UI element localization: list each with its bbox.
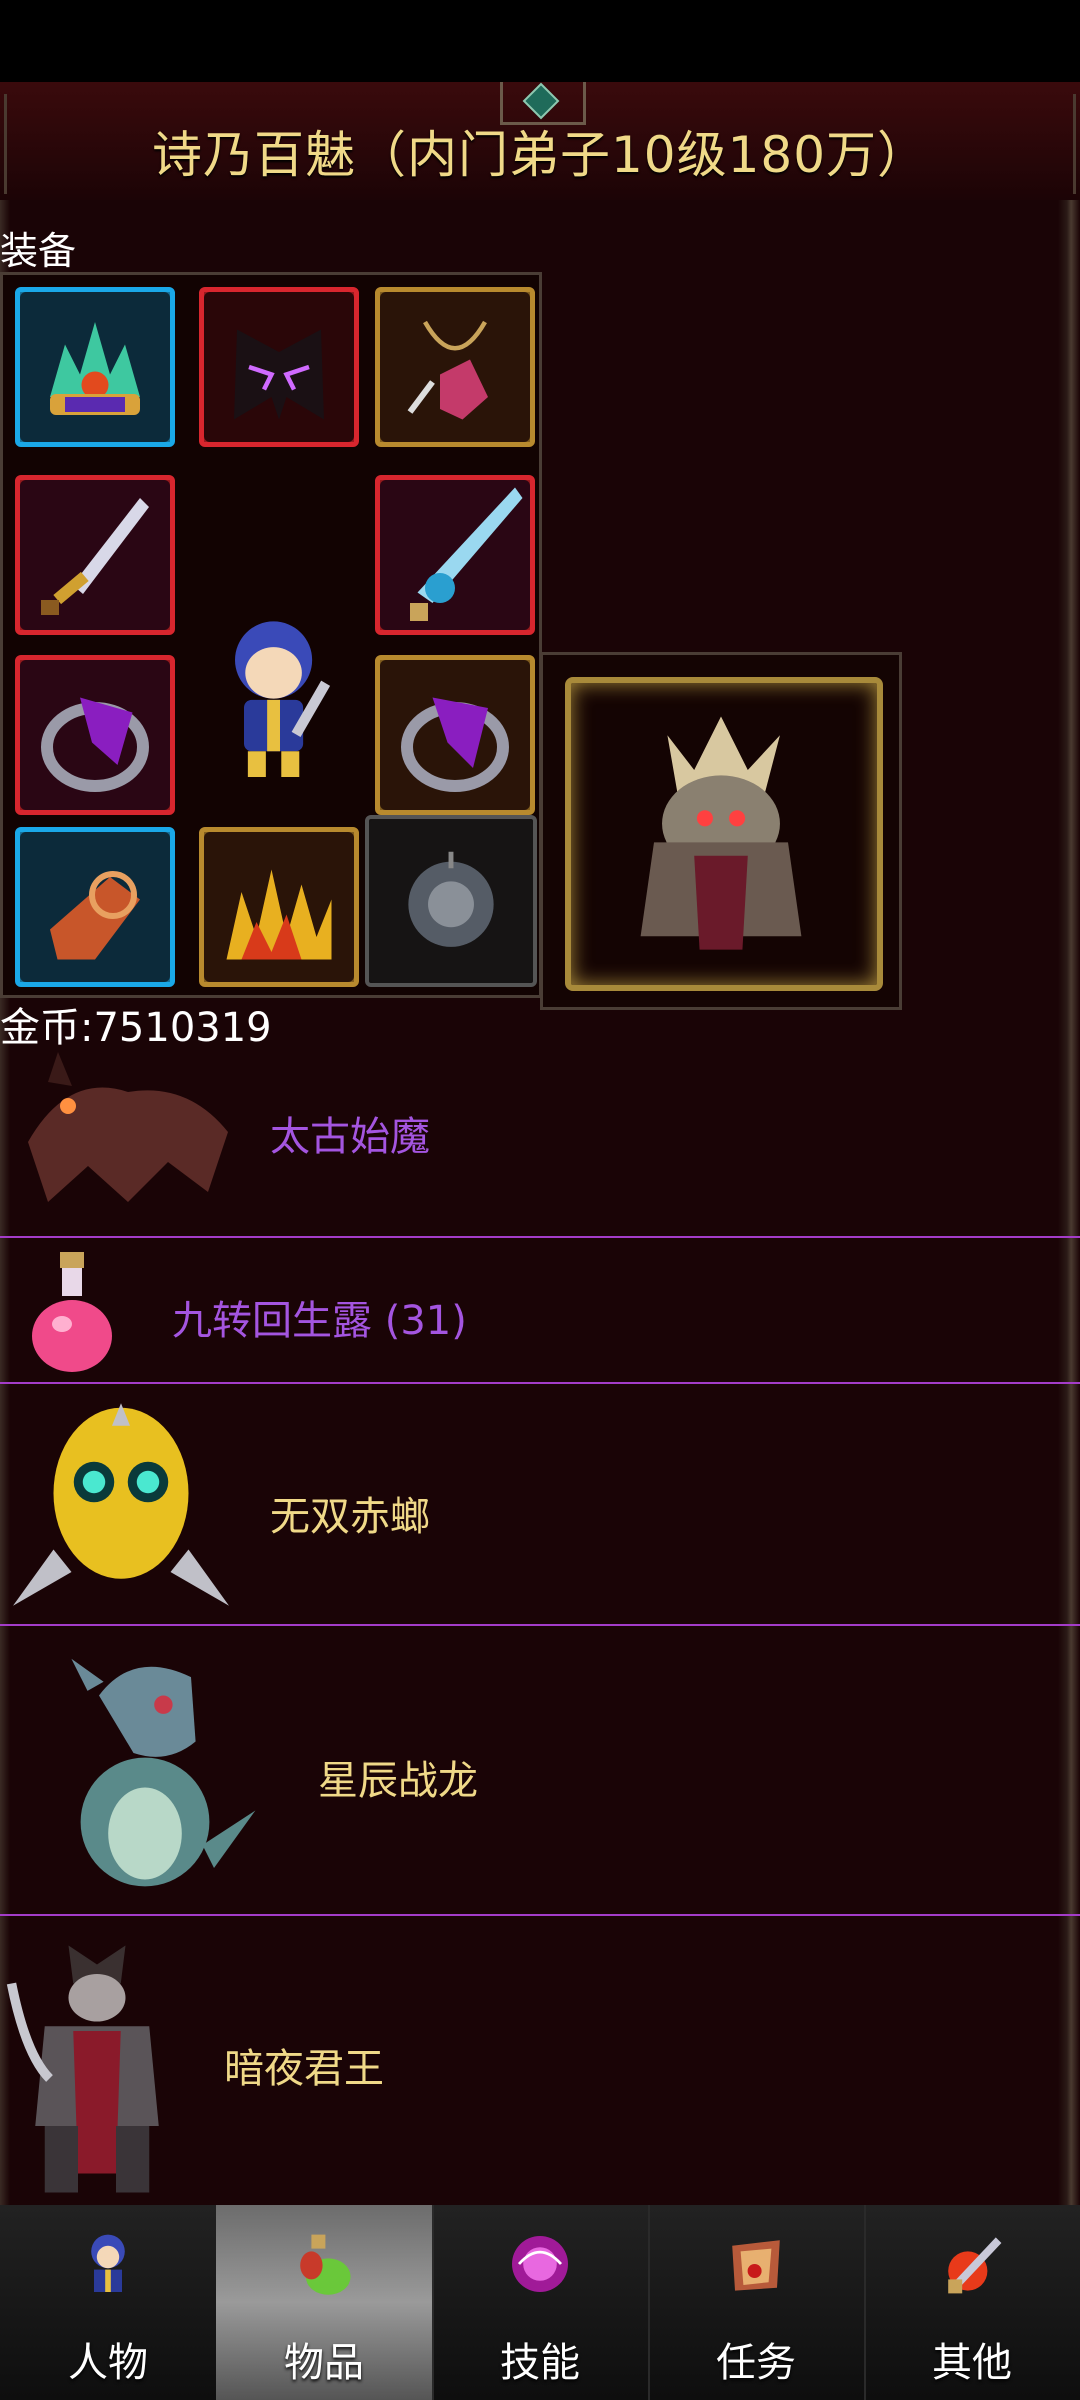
list-item[interactable]: 太古始魔 — [0, 1042, 1080, 1237]
sword-icon — [20, 480, 170, 630]
item-name: 太古始魔 — [270, 1114, 430, 1160]
tab-label: 其他 — [932, 2340, 1012, 2386]
equip-slot-charm[interactable] — [365, 815, 537, 987]
character-icon — [91, 2234, 125, 2292]
tab-character[interactable]: 人物 — [0, 2205, 218, 2400]
list-item[interactable]: 暗夜君王 — [0, 1916, 1080, 2205]
golden-mantis-icon — [13, 1403, 229, 1606]
potion-flask-icon — [32, 1252, 112, 1372]
tab-label: 技能 — [500, 2340, 580, 2386]
equip-slot-ring-left[interactable] — [15, 655, 175, 815]
other-icon — [948, 2237, 1002, 2294]
bottom-tab-bar: 人物 物品 技能 任务 其他 — [0, 2205, 1080, 2400]
necklace-icon — [380, 292, 530, 442]
item-name: 暗夜君王 — [224, 2046, 384, 2092]
dark-knight-icon — [6, 1945, 159, 2193]
inventory-panel[interactable]: 装备 金币:7510319 太古始魔 九转回生露 (31) 无双赤螂 星辰战龙 … — [0, 200, 1080, 2205]
dark-armor-icon — [204, 292, 354, 442]
pet-portrait-frame[interactable] — [540, 652, 902, 1010]
item-name: 星辰战龙 — [318, 1758, 478, 1804]
equip-slot-belt[interactable] — [199, 827, 359, 987]
blue-dragon-icon — [71, 1658, 256, 1887]
tab-label: 人物 — [68, 2340, 148, 2386]
equip-slot-armor[interactable] — [199, 287, 359, 447]
purple-ring-icon — [380, 660, 530, 810]
status-bar — [0, 0, 1080, 82]
demon-beast-icon — [28, 1052, 228, 1202]
tab-label: 任务 — [716, 2340, 796, 2386]
boots-icon — [20, 832, 170, 982]
item-name: 九转回生露 (31) — [172, 1298, 467, 1344]
page-title: 诗乃百魅（内门弟子10级180万） — [151, 126, 929, 184]
equip-slot-weapon[interactable] — [15, 475, 175, 635]
hero-avatar — [235, 621, 331, 777]
grey-charm-icon — [369, 819, 533, 983]
equip-slot-ring-right[interactable] — [375, 655, 535, 815]
equip-slot-helmet[interactable] — [15, 287, 175, 447]
item-name: 无双赤螂 — [270, 1494, 430, 1540]
list-item[interactable]: 九转回生露 (31) — [0, 1238, 1080, 1382]
helmet-icon — [20, 292, 170, 442]
equip-slot-boots[interactable] — [15, 827, 175, 987]
quest-icon — [732, 2240, 780, 2291]
tab-quests[interactable]: 任务 — [648, 2205, 866, 2400]
tab-skills[interactable]: 技能 — [432, 2205, 650, 2400]
list-item[interactable]: 无双赤螂 — [0, 1384, 1080, 1624]
purple-ring-icon — [20, 660, 170, 810]
flame-belt-icon — [204, 832, 354, 982]
list-item[interactable]: 星辰战龙 — [0, 1626, 1080, 1914]
items-icon — [300, 2234, 351, 2295]
tab-label: 物品 — [284, 2340, 364, 2386]
tab-other[interactable]: 其他 — [864, 2205, 1080, 2400]
armored-warlord-icon — [640, 716, 802, 950]
blue-blade-icon — [380, 480, 530, 630]
equipment-grid — [0, 272, 542, 998]
tab-items[interactable]: 物品 — [216, 2205, 434, 2400]
skill-icon — [512, 2236, 568, 2292]
equipment-label: 装备 — [0, 229, 77, 273]
equip-slot-necklace[interactable] — [375, 287, 535, 447]
equip-slot-offhand[interactable] — [375, 475, 535, 635]
